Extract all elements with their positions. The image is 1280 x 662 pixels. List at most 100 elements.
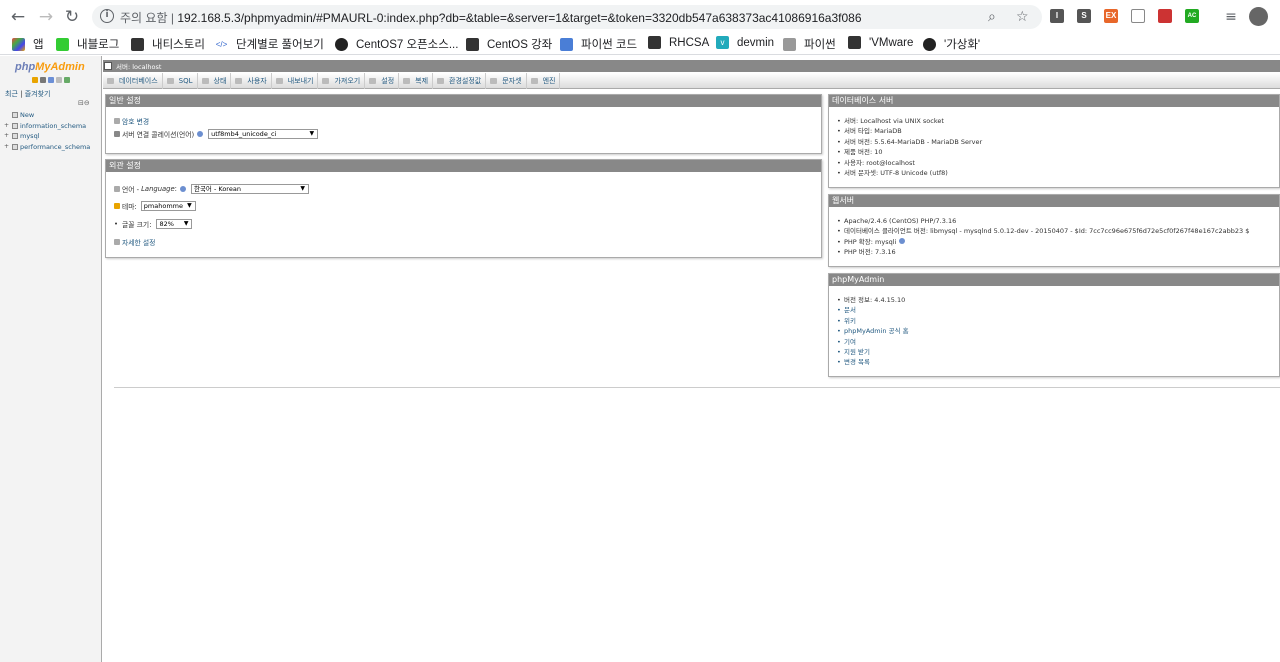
link-support[interactable]: 지원 받기	[835, 347, 909, 357]
tree-item-performance-schema[interactable]: + performance_schema	[4, 142, 90, 153]
tab-sql[interactable]: SQL	[163, 73, 198, 89]
forward-icon[interactable]: →	[36, 7, 56, 27]
bookmark-rhcsa[interactable]: RHCSA	[648, 36, 709, 49]
phpmyadmin-logo[interactable]: phpMyAdmin	[15, 61, 85, 73]
chevron-down-icon: ▼	[187, 202, 192, 209]
home-icon[interactable]	[32, 77, 38, 83]
tistory-icon	[848, 36, 861, 49]
bookmark-centos-course[interactable]: CentOS 강좌	[466, 36, 552, 52]
list-item: 데이터베이스 클라이언트 버전: libmysql - mysqlnd 5.0.…	[835, 226, 1249, 236]
extension-s-icon[interactable]: S	[1077, 9, 1091, 23]
language-row: 언어 - Language: 한국어 - Korean ▼	[114, 184, 309, 194]
chevron-down-icon: ▼	[309, 130, 315, 137]
collation-select[interactable]: utf8mb4_unicode_ci ▼	[208, 129, 319, 139]
list-item: 제품 버전: 10	[835, 147, 982, 157]
replication-icon	[403, 78, 411, 84]
chevron-down-icon: ▼	[300, 185, 305, 192]
chevron-down-icon: ▼	[183, 220, 189, 227]
change-password-link[interactable]: 암호 변경	[122, 116, 149, 126]
expand-icon[interactable]: +	[4, 133, 10, 139]
extension-ac-icon[interactable]: AC	[1185, 9, 1199, 23]
phpmyadmin-info-list: 버전 정보: 4.4.15.10 문서 위키 phpMyAdmin 공식 홈 기…	[835, 295, 909, 368]
bookmark-devmin[interactable]: v devmin	[716, 36, 774, 49]
help-icon[interactable]	[899, 237, 906, 244]
blog-icon	[56, 37, 69, 51]
bookmarks-bar: 앱 내블로그 내티스토리 </> 단계별로 풀어보기 CentOS7 오픈소스..…	[0, 33, 1280, 55]
extension-window-icon[interactable]	[1131, 9, 1145, 23]
bookmark-apps[interactable]: 앱	[12, 36, 44, 52]
expand-icon[interactable]: +	[4, 143, 10, 150]
centos-icon	[335, 37, 348, 51]
tab-settings[interactable]: 설정	[365, 73, 400, 89]
link-wiki[interactable]: 위키	[835, 316, 909, 326]
bookmark-python-code[interactable]: 파이썬 코드	[560, 36, 637, 52]
extension-pdf-icon[interactable]	[1158, 9, 1172, 23]
info-icon[interactable]: i	[100, 9, 114, 23]
toggle-nav-icon[interactable]	[104, 62, 112, 70]
link-contribute[interactable]: 기여	[835, 337, 909, 347]
key-icon	[114, 118, 120, 124]
bookmark-steps[interactable]: </> 단계별로 풀어보기	[215, 36, 324, 52]
tab-export[interactable]: 내보내기	[272, 73, 319, 89]
help-icon[interactable]	[179, 186, 186, 192]
recent-tab[interactable]: 최근	[5, 90, 18, 98]
tab-users[interactable]: 사용자	[231, 73, 272, 89]
wrench-icon	[369, 78, 377, 84]
tree-item-mysql[interactable]: + mysql	[4, 131, 90, 142]
appearance-settings-title: 외관 설정	[106, 160, 821, 172]
bookmark-blog[interactable]: 내블로그	[56, 36, 119, 52]
theme-select[interactable]: pmahomme ▼	[140, 201, 196, 211]
link-docs[interactable]: 문서	[835, 305, 909, 315]
web-server-title: 웹서버	[829, 195, 1279, 207]
tab-replication[interactable]: 복제	[399, 73, 434, 89]
more-settings-link[interactable]: 자세한 설정	[122, 237, 155, 247]
tab-status[interactable]: 상태	[198, 73, 232, 89]
tab-variables[interactable]: 환경설정값	[433, 73, 487, 89]
status-icon	[201, 78, 209, 84]
tab-engines[interactable]: 엔진	[527, 73, 561, 89]
address-bar[interactable]: i 주의 요함 | 192.168.5.3/phpmyadmin/#PMAURL…	[92, 5, 1042, 29]
link-changelog[interactable]: 변경 목록	[835, 357, 909, 367]
collapse-all-icon[interactable]: ⊟⊖	[78, 99, 90, 107]
sql-icon[interactable]	[48, 77, 54, 83]
bookmark-tistory[interactable]: 내티스토리	[131, 36, 205, 52]
charset-icon	[490, 78, 498, 84]
tree-item-new[interactable]: New	[4, 110, 90, 121]
extension-i-icon[interactable]: I	[1050, 9, 1064, 23]
extension-ex-icon[interactable]: EX	[1104, 9, 1118, 23]
help-icon[interactable]	[197, 131, 204, 137]
tree-item-information-schema[interactable]: + information_schema	[4, 121, 90, 132]
settings-icon[interactable]	[64, 77, 70, 83]
zoom-icon[interactable]: ⌕	[988, 9, 996, 25]
language-select[interactable]: 한국어 - Korean ▼	[190, 184, 309, 194]
bookmark-centos7[interactable]: CentOS7 오픈소스...	[335, 36, 458, 52]
security-warning: 주의 요함	[120, 11, 168, 25]
docs-icon[interactable]	[56, 77, 62, 83]
python-icon	[560, 37, 573, 51]
sql-icon	[166, 78, 174, 84]
web-server-panel: 웹서버 Apache/2.4.6 (CentOS) PHP/7.3.16 데이터…	[828, 194, 1280, 267]
language-icon	[114, 186, 120, 192]
reload-icon[interactable]: ↻	[62, 7, 82, 27]
back-icon[interactable]: ←	[8, 7, 28, 27]
tab-import[interactable]: 가져오기	[318, 73, 366, 89]
fontsize-select[interactable]: 82% ▼	[156, 219, 193, 229]
apps-grid-icon	[12, 37, 25, 51]
bookmark-python[interactable]: 파이썬	[783, 36, 836, 52]
bookmark-vmware[interactable]: 'VMware	[848, 36, 913, 49]
favorites-tab[interactable]: 즐겨찾기	[25, 90, 51, 98]
reading-list-icon[interactable]: ≡	[1221, 7, 1241, 27]
tab-databases[interactable]: 데이터베이스	[103, 73, 163, 89]
breadcrumb-server[interactable]: 서버: localhost	[116, 61, 161, 71]
link-homepage[interactable]: phpMyAdmin 공식 홈	[835, 326, 909, 336]
bookmark-virtualization[interactable]: '가상화'	[923, 36, 980, 52]
star-icon[interactable]: ☆	[1016, 9, 1029, 25]
logout-icon[interactable]	[40, 77, 46, 83]
tab-charsets[interactable]: 문자셋	[486, 73, 527, 89]
database-server-panel: 데이터베이스 서버 서버: Localhost via UNIX socket …	[828, 94, 1280, 188]
expand-icon[interactable]: +	[4, 122, 10, 129]
url-text: 192.168.5.3/phpmyadmin/#PMAURL-0:index.p…	[177, 11, 862, 25]
theme-icon	[114, 203, 120, 209]
avatar[interactable]	[1249, 7, 1268, 26]
recent-favorites: 최근 | 즐겨찾기	[5, 90, 51, 98]
